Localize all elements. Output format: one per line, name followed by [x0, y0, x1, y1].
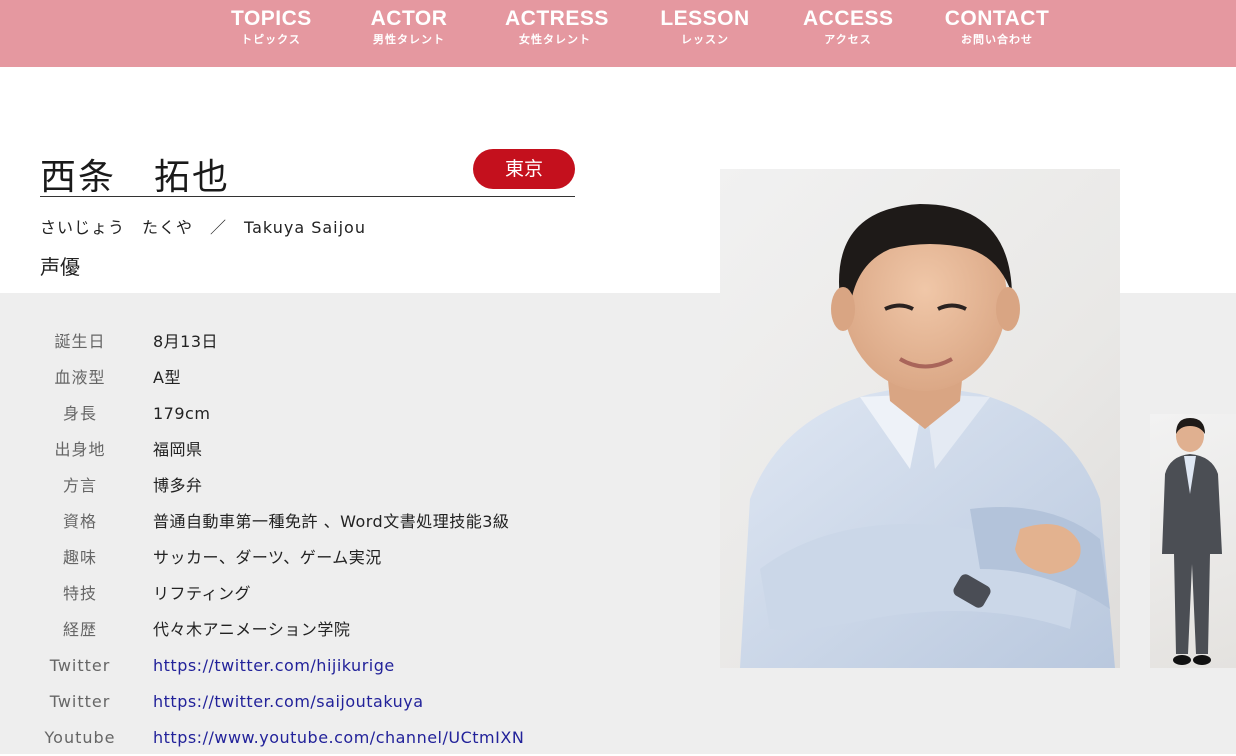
region-badge: 東京: [473, 149, 575, 189]
profile-value: 博多弁: [153, 476, 203, 495]
profile-value: 179cm: [153, 404, 211, 423]
nav-actor-label: ACTOR: [370, 7, 448, 30]
profile-label: 趣味: [62, 548, 97, 567]
nav-topics-sublabel: トピックス: [241, 33, 301, 46]
profile-row: 方言 博多弁: [0, 468, 700, 504]
nav-access-sublabel: アクセス: [824, 33, 872, 46]
youtube-link[interactable]: https://www.youtube.com/channel/UCtmIXN: [153, 720, 524, 756]
name-underline: [40, 196, 575, 197]
profile-row: Twitter https://twitter.com/hijikurige: [0, 648, 700, 684]
nav-access-label: ACCESS: [803, 7, 894, 30]
profile-value: 8月13日: [153, 332, 219, 351]
twitter-link[interactable]: https://twitter.com/saijoutakuya: [153, 684, 424, 720]
profile-label: 経歴: [62, 620, 97, 639]
profile-row: 特技 リフティング: [0, 576, 700, 612]
profile-row: 経歴 代々木アニメーション学院: [0, 612, 700, 648]
full-body-photo-thumbnail[interactable]: [1150, 414, 1236, 668]
profile-row: 趣味 サッカー、ダーツ、ゲーム実況: [0, 540, 700, 576]
profile-value: リフティング: [153, 584, 252, 603]
nav-contact-sublabel: お問い合わせ: [961, 33, 1033, 46]
profile-value: 代々木アニメーション学院: [153, 620, 351, 639]
nav-lesson-label: LESSON: [660, 7, 750, 30]
full-body-illustration: [1162, 418, 1222, 665]
portrait-illustration: [740, 204, 1115, 668]
profile-row: 血液型 A型: [0, 360, 700, 396]
profile-label: 血液型: [54, 368, 106, 387]
nav-topics[interactable]: TOPICS トピックス: [231, 6, 311, 48]
nav-actor[interactable]: ACTOR 男性タレント: [363, 6, 455, 48]
talent-kana: さいじょう たくや ／ Takuya Saijou: [40, 218, 366, 237]
nav-actress-sublabel: 女性タレント: [519, 33, 591, 46]
profile-row: 誕生日 8月13日: [0, 324, 700, 360]
profile-label: Twitter: [49, 656, 111, 675]
nav-access[interactable]: ACCESS アクセス: [803, 6, 893, 48]
nav-contact[interactable]: CONTACT お問い合わせ: [944, 6, 1050, 48]
profile-row: Twitter https://twitter.com/saijoutakuya: [0, 684, 700, 720]
profile-label: 誕生日: [54, 332, 106, 351]
nav-actor-sublabel: 男性タレント: [373, 33, 445, 46]
profile-label: 特技: [62, 584, 97, 603]
nav-actress[interactable]: ACTRESS 女性タレント: [505, 6, 609, 48]
profile-label: 資格: [62, 512, 97, 531]
talent-occupation: 声優: [40, 255, 80, 279]
nav-topics-label: TOPICS: [231, 7, 312, 30]
profile-label: 出身地: [54, 440, 106, 459]
profile-label: 身長: [62, 404, 97, 423]
talent-name: 西条 拓也: [40, 157, 231, 198]
profile-label: Twitter: [49, 692, 111, 711]
profile-value: 福岡県: [153, 440, 203, 459]
top-navigation: TOPICS トピックス ACTOR 男性タレント ACTRESS 女性タレント…: [0, 0, 1236, 67]
main-profile-photo[interactable]: [720, 169, 1120, 668]
twitter-link[interactable]: https://twitter.com/hijikurige: [153, 648, 395, 684]
profile-row: 出身地 福岡県: [0, 432, 700, 468]
nav-actress-label: ACTRESS: [505, 7, 609, 30]
profile-value: 普通自動車第一種免許 、Word文書処理技能3級: [153, 512, 510, 531]
profile-row: 身長 179cm: [0, 396, 700, 432]
profile-value: サッカー、ダーツ、ゲーム実況: [153, 548, 382, 567]
profile-value: A型: [153, 368, 181, 387]
nav-contact-label: CONTACT: [944, 7, 1050, 30]
nav-lesson[interactable]: LESSON レッスン: [660, 6, 750, 48]
profile-label: 方言: [62, 476, 97, 495]
nav-lesson-sublabel: レッスン: [681, 33, 729, 46]
profile-label: Youtube: [44, 728, 116, 747]
profile-row: 資格 普通自動車第一種免許 、Word文書処理技能3級: [0, 504, 700, 540]
profile-row: Youtube https://www.youtube.com/channel/…: [0, 720, 700, 756]
